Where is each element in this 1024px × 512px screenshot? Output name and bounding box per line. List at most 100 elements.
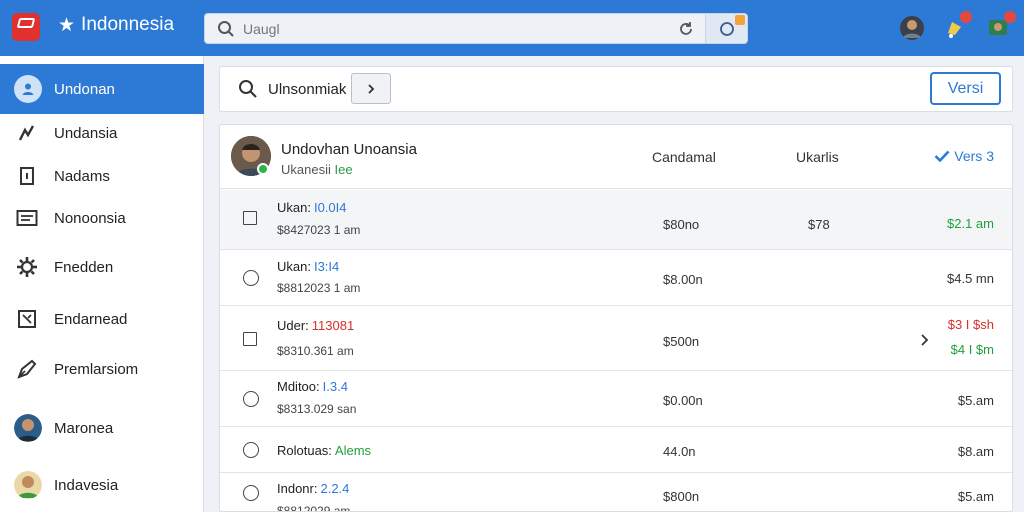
messages-icon[interactable] [986, 11, 1016, 41]
row-label: Ukan: [277, 259, 311, 274]
contact-name: Undovhan Unoansia [281, 141, 417, 158]
avatar [14, 471, 42, 499]
row-title: Rolotuas: Alems [277, 443, 371, 458]
row-checkbox[interactable] [243, 332, 257, 346]
sidebar-item-endarnead[interactable]: Endarnead [0, 294, 204, 344]
row-tag: 2.2.4 [320, 481, 350, 496]
row-radio[interactable] [243, 442, 259, 458]
row-amount: $0.00n [663, 393, 703, 408]
sidebar-item-label: Nonoonsia [54, 209, 126, 227]
row-radio[interactable] [243, 270, 259, 286]
refresh-icon[interactable] [677, 20, 695, 38]
row-subtitle: $8310.361 am [277, 344, 354, 358]
row-amount: 44.0n [663, 444, 696, 459]
contact-subtitle-prefix: Ukanesii [281, 162, 331, 177]
app-logo[interactable] [12, 13, 40, 41]
list-row[interactable]: Uder: 113081 $8310.361 am $500n $3 I $sh $4 I… [220, 306, 1012, 371]
search-icon [218, 21, 234, 37]
row-label: Indonr: [277, 481, 318, 496]
row-subtitle: $8313.029 san [277, 402, 357, 416]
row-amount: $500n [663, 334, 700, 349]
column-header-1[interactable]: Candamal [652, 149, 716, 165]
row-tag: 113081 [311, 318, 355, 333]
app-title: ★ Indonnesia [58, 14, 174, 36]
list-row[interactable]: Mditoo: I.3.4 $8313.029 san $0.00n $5.am [220, 371, 1012, 427]
history-icon [720, 22, 734, 36]
row-label: Ukan: [277, 200, 311, 215]
row-title: Indonr: 2.2.4 [277, 481, 349, 496]
sidebar-item-label: Premlarsiom [54, 360, 139, 378]
list-row[interactable]: Rolotuas: Alems 44.0n $8.am [220, 427, 1012, 473]
notification-dot [735, 15, 745, 25]
row-tag: Alems [334, 443, 372, 458]
row-value: $2.1 am [947, 216, 994, 231]
column-header-3[interactable]: Vers 3 [934, 148, 994, 164]
search-go-button[interactable] [351, 73, 391, 104]
row-title: Ukan: I3:I4 [277, 259, 339, 274]
row-title: Ukan: I0.0I4 [277, 200, 347, 215]
row-amount-secondary: $78 [808, 217, 830, 232]
global-search-input[interactable] [243, 19, 663, 39]
row-value: $4.5 mn [947, 271, 994, 286]
sidebar-item-nonoonsia[interactable]: Nonoonsia [0, 193, 204, 243]
online-status-dot [257, 163, 269, 175]
sidebar-item-label: Fnedden [54, 258, 114, 276]
chevron-right-icon [368, 83, 375, 94]
row-value: $5.am [957, 489, 994, 504]
contact-subtitle-accent: Iee [334, 162, 353, 177]
sidebar-item-premlarsiom[interactable]: Premlarsiom [0, 344, 204, 394]
sidebar-item-undonan[interactable]: Undonan [0, 64, 204, 114]
star-icon: ★ [58, 14, 76, 36]
document-icon [14, 163, 40, 189]
search-query[interactable]: Ulnsonmiak [268, 81, 346, 98]
profile-avatar-icon[interactable] [899, 15, 925, 41]
list-row[interactable]: Ukan: I3:I4 $8812023 1 am $8.00n $4.5 mn [220, 250, 1012, 306]
report-icon [14, 306, 40, 332]
row-subtitle: $8427023 1 am [277, 223, 361, 237]
row-label: Uder: [277, 318, 309, 333]
user-icon [14, 75, 42, 103]
search-options-button[interactable] [705, 14, 747, 43]
row-title: Mditoo: I.3.4 [277, 379, 348, 394]
sidebar-item-label: Endarnead [54, 310, 128, 328]
top-bar: ★ Indonnesia [0, 0, 1024, 56]
row-value: $4 I $m [950, 342, 994, 357]
row-checkbox[interactable] [243, 211, 257, 225]
row-tag: I0.0I4 [313, 200, 347, 215]
row-radio[interactable] [243, 391, 259, 407]
row-label: Mditoo: [277, 379, 320, 394]
row-radio[interactable] [243, 485, 259, 501]
global-search-bar[interactable] [204, 13, 748, 44]
row-amount: $800n [663, 489, 700, 504]
sidebar-item-indavesia[interactable]: Indavesia [0, 460, 204, 510]
list-row[interactable]: Ukan: I0.0I4 $8427023 1 am $80no $78 $2.1 am [220, 190, 1012, 250]
sidebar-item-label: Maronea [54, 419, 114, 437]
app-title-text: Indonnesia [81, 14, 175, 35]
row-title: Uder: 113081 [277, 318, 354, 333]
list-header: Undovhan Unoansia Ukanesii Iee Candamal … [220, 125, 1012, 189]
column-header-3-label: Vers 3 [954, 148, 994, 164]
row-label: Rolotuas: [277, 443, 332, 458]
sidebar-item-maronea[interactable]: Maronea [0, 403, 204, 453]
sidebar-item-label: Indavesia [54, 476, 119, 494]
chart-icon [14, 120, 40, 146]
row-tag: I3:I4 [313, 259, 340, 274]
versi-button[interactable]: Versi [930, 72, 1001, 105]
card-icon [14, 205, 40, 231]
contact-subtitle: Ukanesii Iee [281, 162, 353, 177]
alerts-icon[interactable] [942, 11, 972, 41]
row-subtitle: $8812029 am [277, 504, 351, 512]
search-panel: Ulnsonmiak Versi [219, 66, 1013, 112]
sidebar-item-fnedden[interactable]: Fnedden [0, 242, 204, 292]
check-icon [934, 150, 950, 162]
row-value: $8.am [957, 444, 994, 459]
chevron-right-icon[interactable] [920, 333, 930, 347]
row-subtitle: $8812023 1 am [277, 281, 361, 295]
sidebar-item-label: Nadams [54, 167, 110, 185]
list-row[interactable]: Indonr: 2.2.4 $8812029 am $800n $5.am [220, 473, 1012, 512]
column-header-2[interactable]: Ukarlis [796, 149, 839, 165]
list-panel: Undovhan Unoansia Ukanesii Iee Candamal … [219, 124, 1013, 512]
alerts-badge [960, 11, 972, 23]
gear-icon [14, 254, 40, 280]
search-icon [239, 80, 257, 98]
